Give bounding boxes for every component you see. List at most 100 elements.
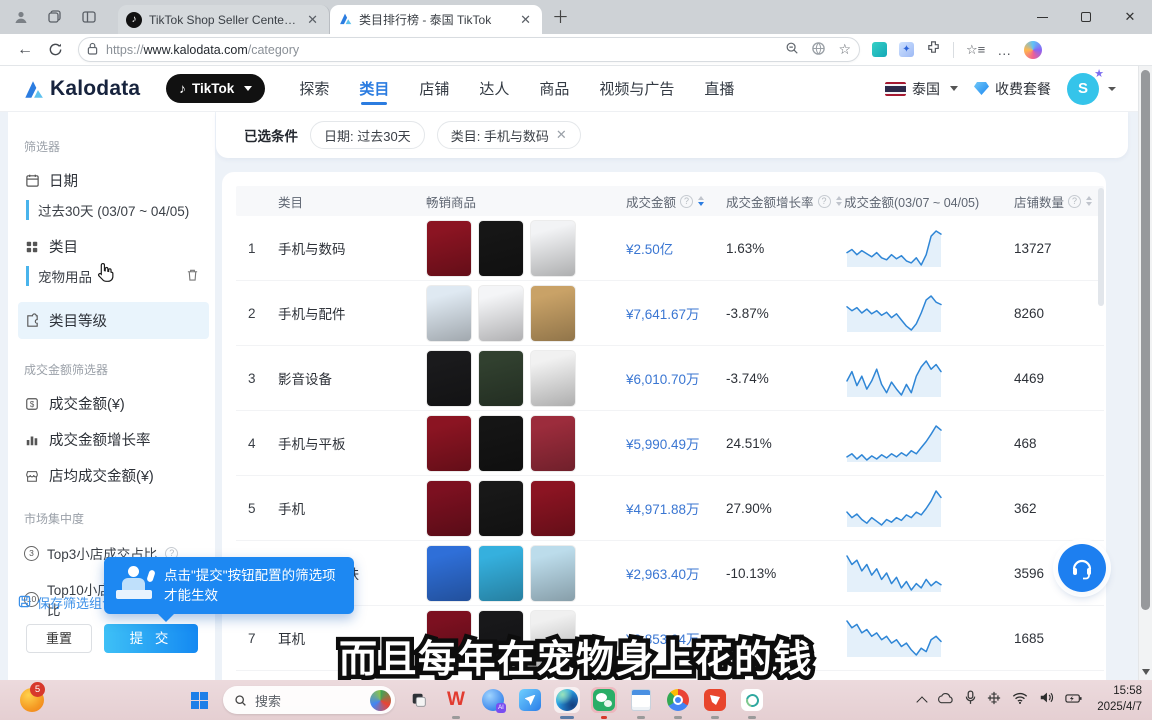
customer-service-button[interactable] — [1058, 544, 1106, 592]
taskbar-app-wps[interactable]: W — [443, 687, 469, 713]
product-image[interactable] — [426, 415, 472, 472]
extension-bird-icon[interactable]: ✦ — [899, 42, 914, 57]
extension-kalodata-icon[interactable] — [872, 42, 887, 57]
search-highlight-image[interactable] — [370, 690, 391, 711]
category-name[interactable]: 手机与配件 — [278, 303, 426, 323]
workspaces-icon[interactable] — [46, 8, 64, 26]
nav-item-达人[interactable]: 达人 — [479, 66, 509, 111]
favorite-star-icon[interactable]: ☆ — [838, 41, 851, 58]
sort-asc-icon[interactable] — [698, 196, 704, 200]
column-header-店铺数量[interactable]: 店铺数量? — [1014, 192, 1094, 211]
category-name[interactable]: 手机与平板 — [278, 433, 426, 453]
sort-desc-icon[interactable] — [1086, 202, 1092, 206]
product-thumbnails[interactable] — [426, 285, 626, 342]
sort-desc-icon[interactable] — [836, 202, 842, 206]
scrollbar-down-arrow[interactable] — [1142, 669, 1150, 675]
pricing-link[interactable]: 收费套餐 — [974, 79, 1051, 99]
filter-date[interactable]: 日期 — [24, 170, 201, 191]
column-header-成交金额[interactable]: 成交金额? — [626, 192, 726, 211]
sort-asc-icon[interactable] — [836, 196, 842, 200]
tab-kalodata-category[interactable]: 类目排行榜 - 泰国 TikTok ✕ — [330, 5, 542, 34]
column-header-成交金额增长率[interactable]: 成交金额增长率? — [726, 192, 844, 211]
product-image[interactable] — [530, 220, 576, 277]
taskbar-app-edge[interactable] — [554, 687, 580, 713]
volume-icon[interactable] — [1039, 691, 1054, 709]
new-tab-button[interactable]: ＋ — [552, 3, 569, 28]
nav-item-店铺[interactable]: 店铺 — [419, 66, 449, 111]
product-image[interactable] — [530, 285, 576, 342]
remote-control-icon[interactable] — [987, 691, 1001, 710]
info-icon[interactable]: ? — [818, 195, 831, 208]
extensions-puzzle-icon[interactable] — [926, 40, 941, 60]
table-row[interactable]: 5手机¥4,971.88万27.90%362 — [236, 476, 1104, 541]
sort-icons[interactable] — [836, 196, 842, 206]
translate-icon[interactable] — [811, 41, 826, 59]
window-minimize-button[interactable] — [1020, 0, 1064, 34]
product-thumbnails[interactable] — [426, 220, 626, 277]
filter-店均成交金额(¥)[interactable]: 店均成交金额(¥) — [24, 465, 201, 486]
chip-close-icon[interactable]: ✕ — [556, 127, 567, 143]
sort-desc-icon[interactable] — [698, 202, 704, 206]
nav-item-直播[interactable]: 直播 — [704, 66, 734, 111]
condition-chip[interactable]: 类目: 手机与数码✕ — [437, 121, 581, 149]
kalodata-logo[interactable]: Kalodata — [22, 77, 140, 101]
tab-close-icon[interactable]: ✕ — [517, 12, 534, 28]
condition-chip[interactable]: 日期: 过去30天 — [310, 121, 425, 149]
tab-tiktok-seller-center[interactable]: ♪ TikTok Shop Seller Center | Cross ✕ — [118, 5, 330, 34]
taskbar-app-jianying[interactable] — [702, 687, 728, 713]
product-image[interactable] — [426, 285, 472, 342]
table-row[interactable]: 2手机与配件¥7,641.67万-3.87%8260 — [236, 281, 1104, 346]
filter-成交金额(¥)[interactable]: $成交金额(¥) — [24, 393, 201, 414]
copilot-icon[interactable] — [1024, 41, 1042, 59]
page-scrollbar[interactable] — [1138, 66, 1152, 680]
sort-asc-icon[interactable] — [1086, 196, 1092, 200]
window-close-button[interactable]: ✕ — [1108, 0, 1152, 34]
tab-close-icon[interactable]: ✕ — [304, 12, 321, 28]
microphone-icon[interactable] — [965, 690, 976, 710]
window-restore-button[interactable] — [1064, 0, 1108, 34]
account-menu[interactable]: S★ — [1067, 73, 1116, 105]
product-image[interactable] — [426, 220, 472, 277]
zoom-out-icon[interactable] — [785, 41, 799, 58]
battery-icon[interactable] — [1065, 691, 1082, 709]
table-row[interactable]: 3影音设备¥6,010.70万-3.74%4469 — [236, 346, 1104, 411]
product-image[interactable] — [530, 480, 576, 537]
favorites-bar-icon[interactable]: ☆≡ — [966, 42, 985, 58]
table-row[interactable]: 6保护膜、皮肤¥2,963.40万-10.13%3596 — [236, 541, 1104, 606]
info-icon[interactable]: ? — [680, 195, 693, 208]
filter-category-level[interactable]: 类目等级 — [18, 302, 209, 339]
taskbar-app-bird[interactable] — [517, 687, 543, 713]
onedrive-cloud-icon[interactable] — [937, 691, 954, 709]
reset-button[interactable]: 重置 — [26, 624, 92, 653]
product-image[interactable] — [530, 415, 576, 472]
filter-成交金额增长率[interactable]: 成交金额增长率 — [24, 429, 201, 450]
taskbar-clock[interactable]: 15:58 2025/4/7 — [1097, 684, 1142, 715]
save-filter-link[interactable]: 保存筛选组合 — [18, 593, 115, 612]
nav-item-探索[interactable]: 探索 — [299, 66, 329, 111]
product-image[interactable] — [478, 415, 524, 472]
start-button[interactable] — [186, 687, 212, 713]
product-image[interactable] — [478, 285, 524, 342]
table-row[interactable]: 1手机与数码¥2.50亿1.63%13727 — [236, 216, 1104, 281]
back-button[interactable]: ← — [10, 37, 40, 63]
product-image[interactable] — [530, 545, 576, 602]
taskbar-app-chrome[interactable] — [665, 687, 691, 713]
product-thumbnails[interactable] — [426, 415, 626, 472]
product-image[interactable] — [426, 350, 472, 407]
nav-item-类目[interactable]: 类目 — [359, 66, 389, 111]
tray-overflow-icon[interactable] — [917, 696, 928, 707]
product-image[interactable] — [530, 350, 576, 407]
avatar[interactable]: S★ — [1067, 73, 1099, 105]
product-thumbnails[interactable] — [426, 480, 626, 537]
address-bar[interactable]: https://www.kalodata.com/category ☆ — [78, 37, 860, 62]
product-image[interactable] — [478, 480, 524, 537]
trash-icon[interactable] — [186, 268, 199, 285]
sort-icons[interactable] — [698, 196, 704, 206]
product-thumbnails[interactable] — [426, 545, 626, 602]
product-image[interactable] — [426, 480, 472, 537]
scrollbar-thumb[interactable] — [1141, 70, 1150, 610]
category-name[interactable]: 手机 — [278, 498, 426, 518]
product-thumbnails[interactable] — [426, 350, 626, 407]
platform-selector[interactable]: ♪ TikTok — [166, 74, 265, 103]
region-selector[interactable]: 泰国 — [885, 79, 958, 99]
